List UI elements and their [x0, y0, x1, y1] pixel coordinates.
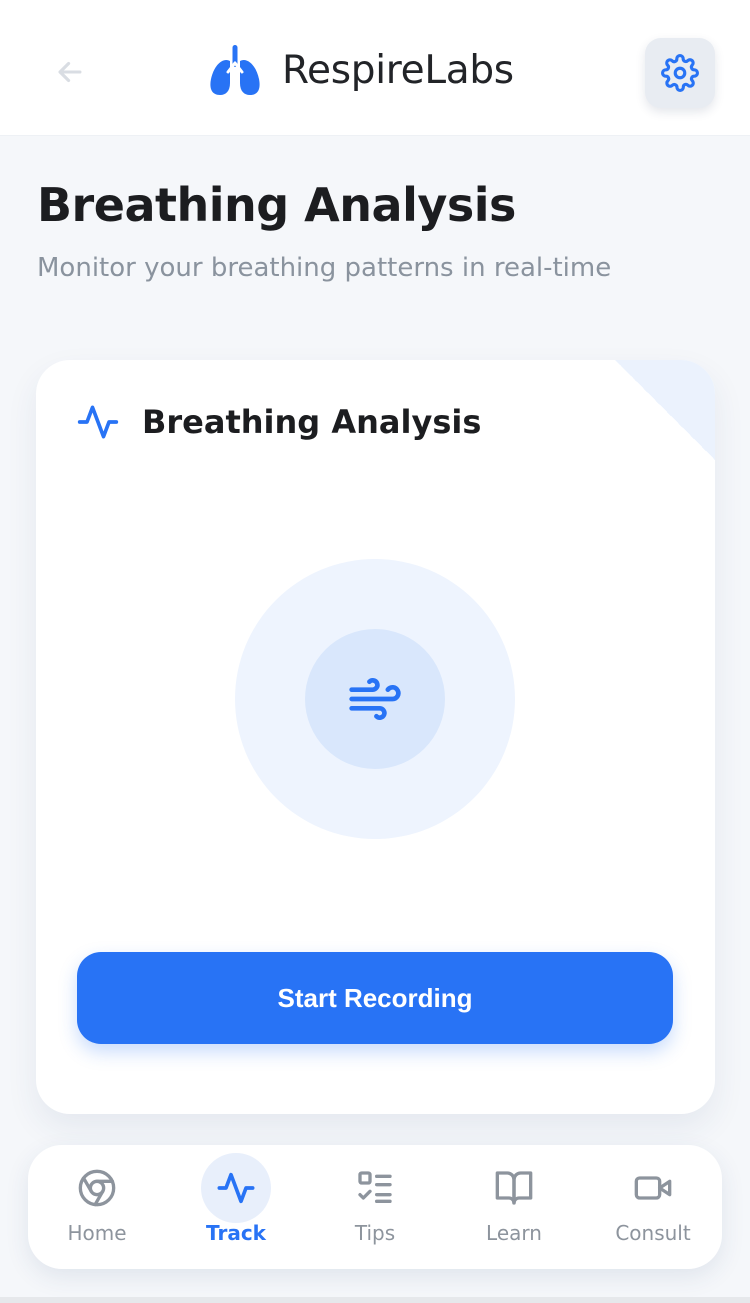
checklist-icon — [358, 1171, 392, 1203]
card-corner-decoration — [615, 360, 715, 460]
nav-icon-wrap — [62, 1153, 132, 1223]
arrow-left-icon — [58, 61, 82, 83]
nav-item-track[interactable]: Track — [167, 1145, 305, 1269]
breathing-analysis-card: Breathing Analysis Start Recording — [36, 360, 715, 1114]
nav-item-tips[interactable]: Tips — [306, 1145, 444, 1269]
nav-item-consult[interactable]: Consult — [584, 1145, 722, 1269]
open-book-icon — [495, 1171, 533, 1205]
nav-label-home: Home — [67, 1221, 127, 1245]
nav-label-tips: Tips — [354, 1221, 396, 1245]
page-title: Breathing Analysis — [37, 178, 516, 232]
nav-icon-wrap — [201, 1153, 271, 1223]
bottom-navigation: Home Track Tips Learn Consult — [28, 1145, 722, 1269]
gear-icon — [661, 54, 699, 92]
app-header: RespireLabs — [0, 0, 750, 136]
activity-pulse-icon — [77, 405, 119, 439]
settings-button[interactable] — [645, 38, 715, 108]
nav-label-consult: Consult — [615, 1221, 691, 1245]
nav-label-learn: Learn — [486, 1221, 542, 1245]
back-button[interactable] — [44, 46, 96, 98]
card-header: Breathing Analysis — [76, 400, 481, 444]
nav-item-learn[interactable]: Learn — [445, 1145, 583, 1269]
nav-icon-wrap — [479, 1153, 549, 1223]
nav-item-home[interactable]: Home — [28, 1145, 166, 1269]
chrome-circle-icon — [78, 1169, 116, 1207]
nav-icon-wrap — [340, 1153, 410, 1223]
breathing-indicator-inner — [305, 629, 445, 769]
breathing-indicator-outer — [235, 559, 515, 839]
page-subtitle: Monitor your breathing patterns in real-… — [37, 253, 612, 283]
video-camera-icon — [634, 1176, 672, 1200]
bottom-edge-bar — [0, 1297, 750, 1303]
start-recording-button[interactable]: Start Recording — [77, 952, 673, 1044]
activity-pulse-icon — [217, 1172, 255, 1204]
brand: RespireLabs — [208, 42, 514, 98]
nav-icon-wrap — [618, 1153, 688, 1223]
wind-icon — [349, 678, 401, 720]
lungs-icon — [210, 45, 260, 95]
card-title: Breathing Analysis — [142, 403, 482, 441]
nav-label-track: Track — [206, 1221, 266, 1245]
brand-name: RespireLabs — [282, 47, 514, 93]
